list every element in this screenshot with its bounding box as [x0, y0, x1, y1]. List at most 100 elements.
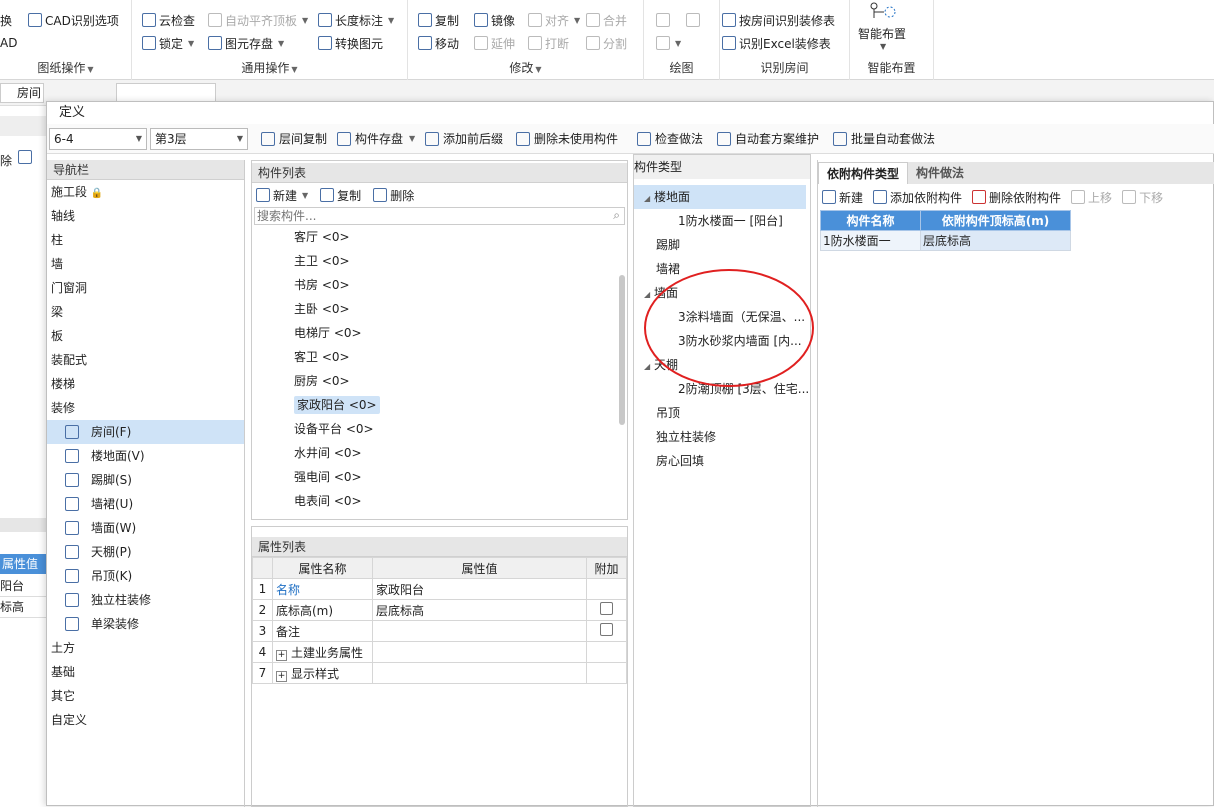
- nav-item[interactable]: 其它: [47, 684, 244, 708]
- nav-item[interactable]: 柱: [47, 228, 244, 252]
- floor-select[interactable]: 6-4 ▼: [49, 128, 147, 150]
- cloud-check-button[interactable]: 云检查: [142, 10, 195, 30]
- smart-layout-button[interactable]: 智能布置: [858, 23, 906, 43]
- nav-sub-room[interactable]: 房间(F): [47, 420, 244, 444]
- list-item[interactable]: 客厅 <0>: [252, 225, 627, 249]
- check-method-button[interactable]: 检查做法: [637, 128, 703, 150]
- tree-node[interactable]: 墙裙: [634, 257, 810, 281]
- table-row[interactable]: 7 + 显示样式: [252, 662, 627, 684]
- identify-excel-button[interactable]: 识别Excel装修表: [722, 33, 831, 53]
- nav-sub-dado[interactable]: 墙裙(U): [47, 492, 244, 516]
- list-item[interactable]: 水井间 <0>: [252, 441, 627, 465]
- tab-component-method[interactable]: 构件做法: [908, 162, 972, 184]
- nav-item[interactable]: 门窗洞: [47, 276, 244, 300]
- nav-item[interactable]: 土方: [47, 636, 244, 660]
- move-down-button[interactable]: 下移: [1122, 189, 1163, 206]
- tree-node[interactable]: 踢脚: [634, 233, 810, 257]
- move-up-button[interactable]: 上移: [1071, 189, 1112, 206]
- delete-attached-button[interactable]: 删除依附构件: [972, 189, 1061, 206]
- element-select[interactable]: [116, 83, 216, 103]
- batch-auto-button[interactable]: 批量自动套做法: [833, 128, 935, 150]
- list-item-selected[interactable]: 家政阳台 <0>: [252, 393, 627, 417]
- layer-select[interactable]: 第3层 ▼: [150, 128, 248, 150]
- nav-item[interactable]: 墙: [47, 252, 244, 276]
- tree-node[interactable]: 2防潮顶棚 [3层、住宅...: [634, 377, 810, 401]
- line-tool[interactable]: [656, 10, 670, 30]
- mirror-button[interactable]: 镜像: [474, 10, 515, 30]
- auto-align-button[interactable]: 自动平齐顶板 ▼: [208, 10, 308, 30]
- extend-button[interactable]: 延伸: [474, 33, 515, 53]
- cad-button[interactable]: AD: [0, 33, 17, 53]
- list-item[interactable]: 电梯厅 <0>: [252, 321, 627, 345]
- tree-node[interactable]: 3防水砂浆内墙面 [内...: [634, 329, 810, 353]
- break-button[interactable]: 打断: [528, 33, 569, 53]
- expand-icon[interactable]: +: [276, 649, 287, 661]
- copy-component-button[interactable]: 复制: [320, 187, 361, 204]
- table-row[interactable]: 1防水楼面一 层底标高: [820, 230, 1071, 251]
- split-button[interactable]: 分割: [586, 33, 627, 53]
- delete-component-button[interactable]: 删除: [373, 187, 414, 204]
- nav-item[interactable]: 施工段 🔒: [47, 180, 244, 204]
- nav-item[interactable]: 轴线: [47, 204, 244, 228]
- list-item[interactable]: 厨房 <0>: [252, 369, 627, 393]
- save-component-button[interactable]: 构件存盘 ▼: [337, 128, 415, 150]
- table-row[interactable]: 1 名称 家政阳台: [252, 578, 627, 600]
- copy-button[interactable]: 复制: [418, 10, 459, 30]
- nav-item[interactable]: 板: [47, 324, 244, 348]
- identify-by-room-button[interactable]: 按房间识别装修表: [722, 10, 835, 30]
- convert-button[interactable]: 换: [0, 10, 12, 30]
- list-item[interactable]: 客卫 <0>: [252, 345, 627, 369]
- new-component-button[interactable]: 新建 ▼: [256, 187, 308, 204]
- list-item[interactable]: 设备平台 <0>: [252, 417, 627, 441]
- nav-item[interactable]: 楼梯: [47, 372, 244, 396]
- element-type-select[interactable]: 房间: [0, 83, 44, 103]
- table-row[interactable]: 2 底标高(m) 层底标高: [252, 599, 627, 621]
- copy-between-floors-button[interactable]: 层间复制: [261, 128, 327, 150]
- nav-item[interactable]: 装修: [47, 396, 244, 420]
- add-attached-button[interactable]: 添加依附构件: [873, 189, 962, 206]
- length-dim-button[interactable]: 长度标注 ▼: [318, 10, 394, 30]
- nav-sub-column-finish[interactable]: 独立柱装修: [47, 588, 244, 612]
- list-item[interactable]: 主卫 <0>: [252, 249, 627, 273]
- convert-element-button[interactable]: 转换图元: [318, 33, 383, 53]
- attach-checkbox[interactable]: [600, 602, 613, 615]
- nav-sub-skirting[interactable]: 踢脚(S): [47, 468, 244, 492]
- nav-sub-floor[interactable]: 楼地面(V): [47, 444, 244, 468]
- tree-node[interactable]: 1防水楼面一 [阳台]: [634, 209, 810, 233]
- list-item[interactable]: 电表间 <0>: [252, 489, 627, 513]
- attach-checkbox[interactable]: [600, 623, 613, 636]
- align-button[interactable]: 对齐 ▼: [528, 10, 580, 30]
- tree-node[interactable]: 独立柱装修: [634, 425, 810, 449]
- list-item[interactable]: 书房 <0>: [252, 273, 627, 297]
- nav-sub-suspended-ceiling[interactable]: 吊顶(K): [47, 564, 244, 588]
- tree-node[interactable]: ◢ 墙面: [634, 281, 810, 305]
- search-input[interactable]: [255, 208, 595, 224]
- cad-options-button[interactable]: CAD识别选项: [28, 10, 119, 30]
- tree-node[interactable]: ◢ 天棚: [634, 353, 810, 377]
- list-item[interactable]: 强电间 <0>: [252, 465, 627, 489]
- expand-icon[interactable]: +: [276, 670, 287, 682]
- scrollbar[interactable]: [619, 275, 625, 425]
- table-row[interactable]: 4 + 土建业务属性: [252, 641, 627, 663]
- nav-sub-beam-finish[interactable]: 单梁装修: [47, 612, 244, 636]
- tree-node[interactable]: ◢ 楼地面: [634, 185, 806, 209]
- tree-node[interactable]: 吊顶: [634, 401, 810, 425]
- move-button[interactable]: 移动: [418, 33, 459, 53]
- rect-tool[interactable]: [686, 10, 700, 30]
- expand-icon[interactable]: ◢: [644, 290, 650, 299]
- nav-item[interactable]: 梁: [47, 300, 244, 324]
- expand-icon[interactable]: ◢: [644, 194, 650, 203]
- merge-button[interactable]: 合并: [586, 10, 627, 30]
- nav-item[interactable]: 装配式: [47, 348, 244, 372]
- auto-scheme-button[interactable]: 自动套方案维护: [717, 128, 819, 150]
- tree-node[interactable]: 房心回填: [634, 449, 810, 473]
- arc-tool[interactable]: ▼: [656, 33, 681, 53]
- nav-sub-wall-face[interactable]: 墙面(W): [47, 516, 244, 540]
- nav-item[interactable]: 基础: [47, 660, 244, 684]
- tree-node[interactable]: 3涂料墙面（无保温、...: [634, 305, 810, 329]
- nav-item[interactable]: 自定义: [47, 708, 244, 732]
- save-element-button[interactable]: 图元存盘 ▼: [208, 33, 284, 53]
- lock-button[interactable]: 锁定 ▼: [142, 33, 194, 53]
- tab-attached-types[interactable]: 依附构件类型: [818, 162, 909, 184]
- attach-new-button[interactable]: 新建: [822, 189, 863, 206]
